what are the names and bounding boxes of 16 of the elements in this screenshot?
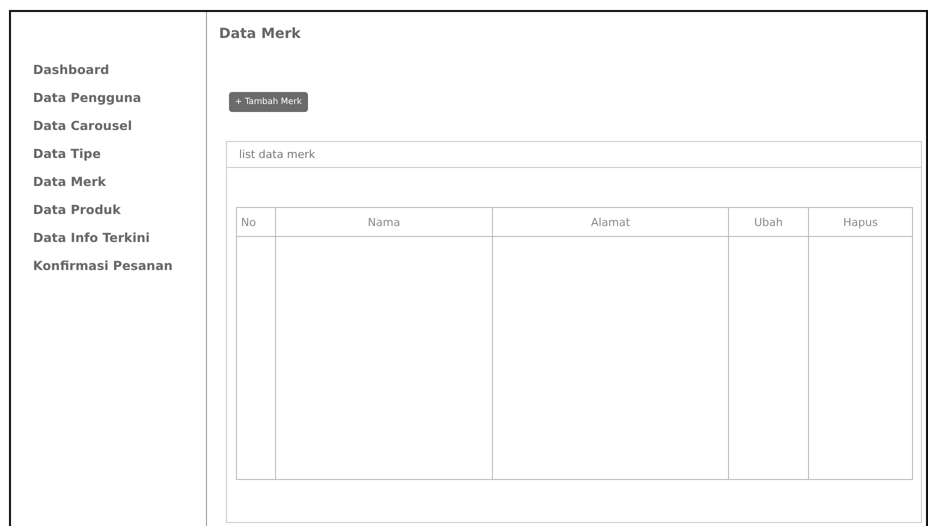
sidebar-item[interactable]: Dashboard: [33, 60, 206, 88]
panel-title: list data merk: [227, 142, 921, 168]
column-header: Hapus: [808, 208, 912, 236]
add-button[interactable]: + Tambah Merk: [229, 92, 308, 112]
sidebar-item[interactable]: Data Carousel: [33, 116, 206, 144]
sidebar-item[interactable]: Data Produk: [33, 200, 206, 228]
sidebar-item[interactable]: Konfirmasi Pesanan: [33, 256, 206, 284]
sidebar-item[interactable]: Data Tipe: [33, 144, 206, 172]
column-header: Ubah: [728, 208, 808, 236]
column-header: Nama: [276, 208, 492, 236]
sidebar-item[interactable]: Data Merk: [33, 172, 206, 200]
page-title: Data Merk: [219, 26, 302, 42]
column-header: No: [236, 208, 276, 236]
sidebar-item[interactable]: Data Pengguna: [33, 88, 206, 116]
sidebar-item[interactable]: Data Info Terkini: [33, 228, 206, 256]
column-header: Alamat: [492, 208, 728, 236]
